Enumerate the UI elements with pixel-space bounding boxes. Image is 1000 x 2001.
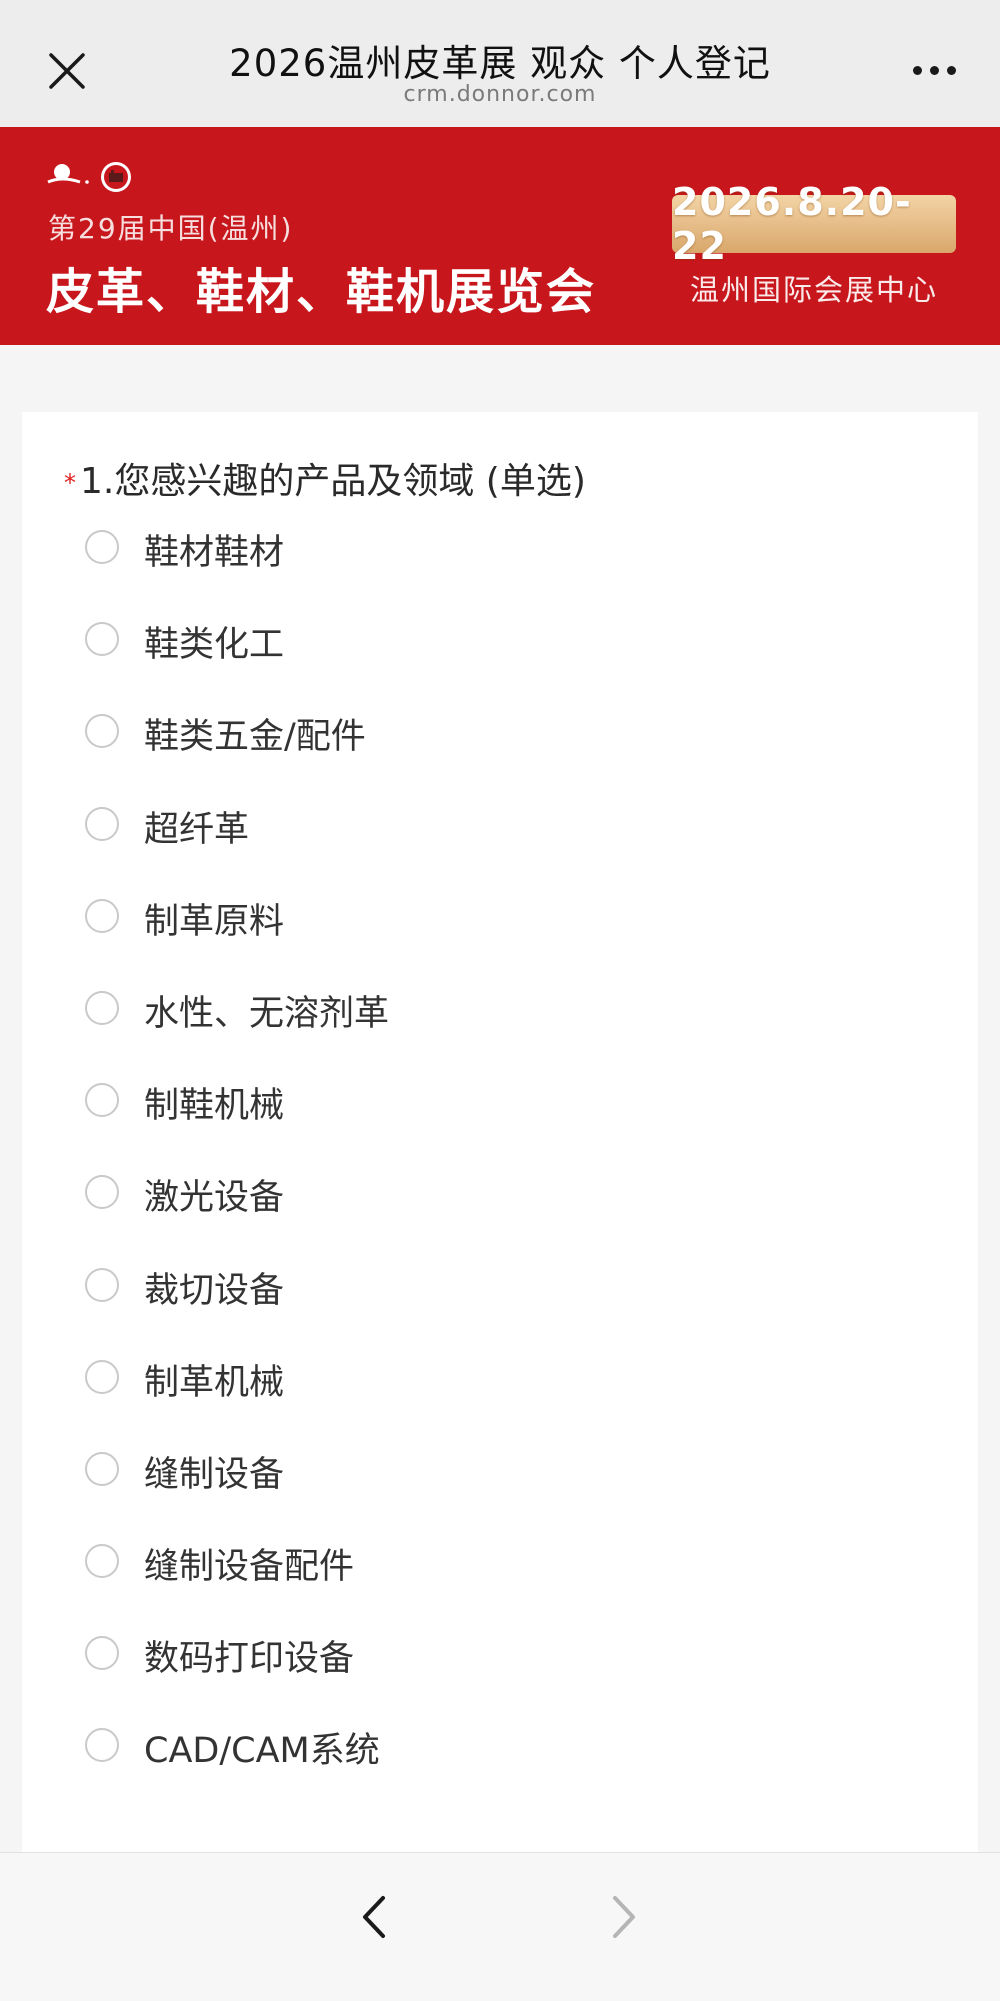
radio-button[interactable] [85, 1636, 119, 1671]
radio-button[interactable] [85, 990, 119, 1025]
radio-button[interactable] [85, 714, 119, 749]
expo-name: 皮革、鞋材、鞋机展览会 [46, 264, 597, 320]
expo-logo-icon [47, 162, 131, 192]
option-item[interactable]: 鞋材鞋材 [22, 530, 978, 622]
back-button[interactable] [342, 1885, 406, 1949]
option-list: 鞋材鞋材鞋类化工鞋类五金/配件 超纤革制革原料水性、无溶剂革 制鞋机械激光设备裁切设… [22, 530, 978, 1821]
radio-button[interactable] [85, 622, 119, 657]
option-label: 制革原料 [144, 901, 285, 942]
option-label: 缝制设备配件 [144, 1547, 355, 1588]
expo-venue: 温州国际会展中心 [689, 273, 938, 307]
radio-button[interactable] [85, 1267, 119, 1302]
option-item[interactable]: 数码打印设备 [22, 1636, 978, 1728]
option-label: 水性、无溶剂革 [144, 993, 390, 1034]
required-mark: * [64, 469, 76, 497]
option-item[interactable]: 水性、无溶剂革 [22, 990, 978, 1083]
expo-date-badge: 2026.8.20-22 [672, 180, 956, 268]
question-text: 1.您感兴趣的产品及领域 (单选) [80, 461, 586, 502]
option-item[interactable]: 制鞋机械 [22, 1083, 978, 1175]
option-item[interactable]: 激光设备 [22, 1175, 978, 1267]
option-item[interactable]: 裁切设备 [22, 1267, 978, 1360]
option-label: 鞋类化工 [144, 625, 285, 666]
option-label: 裁切设备 [144, 1270, 285, 1311]
radio-button[interactable] [85, 530, 119, 564]
option-item[interactable]: 缝制设备配件 [22, 1544, 978, 1636]
page-url: crm.donnor.com [403, 82, 597, 107]
more-button[interactable] [902, 50, 966, 90]
option-label: 鞋类五金/配件 [144, 717, 366, 758]
option-label: 鞋材鞋材 [144, 533, 285, 573]
radio-button[interactable] [85, 1083, 119, 1118]
option-item[interactable]: CAD/CAM系统 [22, 1728, 978, 1820]
option-label: 数码打印设备 [144, 1639, 355, 1680]
chevron-right-icon [613, 1896, 635, 1938]
radio-button[interactable] [85, 806, 119, 841]
option-label: 制鞋机械 [144, 1086, 285, 1127]
option-label: 超纤革 [144, 809, 250, 850]
option-item[interactable]: 鞋类五金/配件 [22, 714, 978, 806]
option-item[interactable]: 制革原料 [22, 898, 978, 991]
form-card: * 1.您感兴趣的产品及领域 (单选) 鞋材鞋材鞋类化工鞋类五金/配件 超纤革制革原… [22, 412, 978, 1852]
page-title: 2026温州皮革展 观众 个人登记 [229, 42, 771, 85]
more-icon [912, 65, 922, 75]
bottom-nav-bar [0, 1852, 1000, 2001]
option-item[interactable]: 超纤革 [22, 806, 978, 899]
chevron-left-icon [363, 1896, 385, 1938]
option-item[interactable]: 制革机械 [22, 1359, 978, 1452]
option-label: 制革机械 [144, 1362, 285, 1403]
radio-button[interactable] [85, 1359, 119, 1394]
option-item[interactable]: 鞋类化工 [22, 622, 978, 714]
forward-button[interactable] [592, 1885, 656, 1949]
option-label: CAD/CAM系统 [144, 1731, 380, 1772]
expo-banner: 第29届中国(温州) 皮革、鞋材、鞋机展览会 2026.8.20-22 温州国际… [0, 127, 1000, 345]
top-nav-bar: 2026温州皮革展 观众 个人登记 crm.donnor.com [0, 0, 1000, 127]
radio-button[interactable] [85, 898, 119, 933]
option-label: 激光设备 [144, 1178, 285, 1219]
question-title: * 1.您感兴趣的产品及领域 (单选) [64, 452, 586, 504]
radio-button[interactable] [85, 1728, 119, 1763]
radio-button[interactable] [85, 1544, 119, 1579]
radio-button[interactable] [85, 1451, 119, 1486]
option-label: 缝制设备 [144, 1454, 285, 1495]
expo-edition: 第29届中国(温州) [48, 212, 294, 245]
option-item[interactable]: 缝制设备 [22, 1451, 978, 1544]
radio-button[interactable] [85, 1175, 119, 1210]
